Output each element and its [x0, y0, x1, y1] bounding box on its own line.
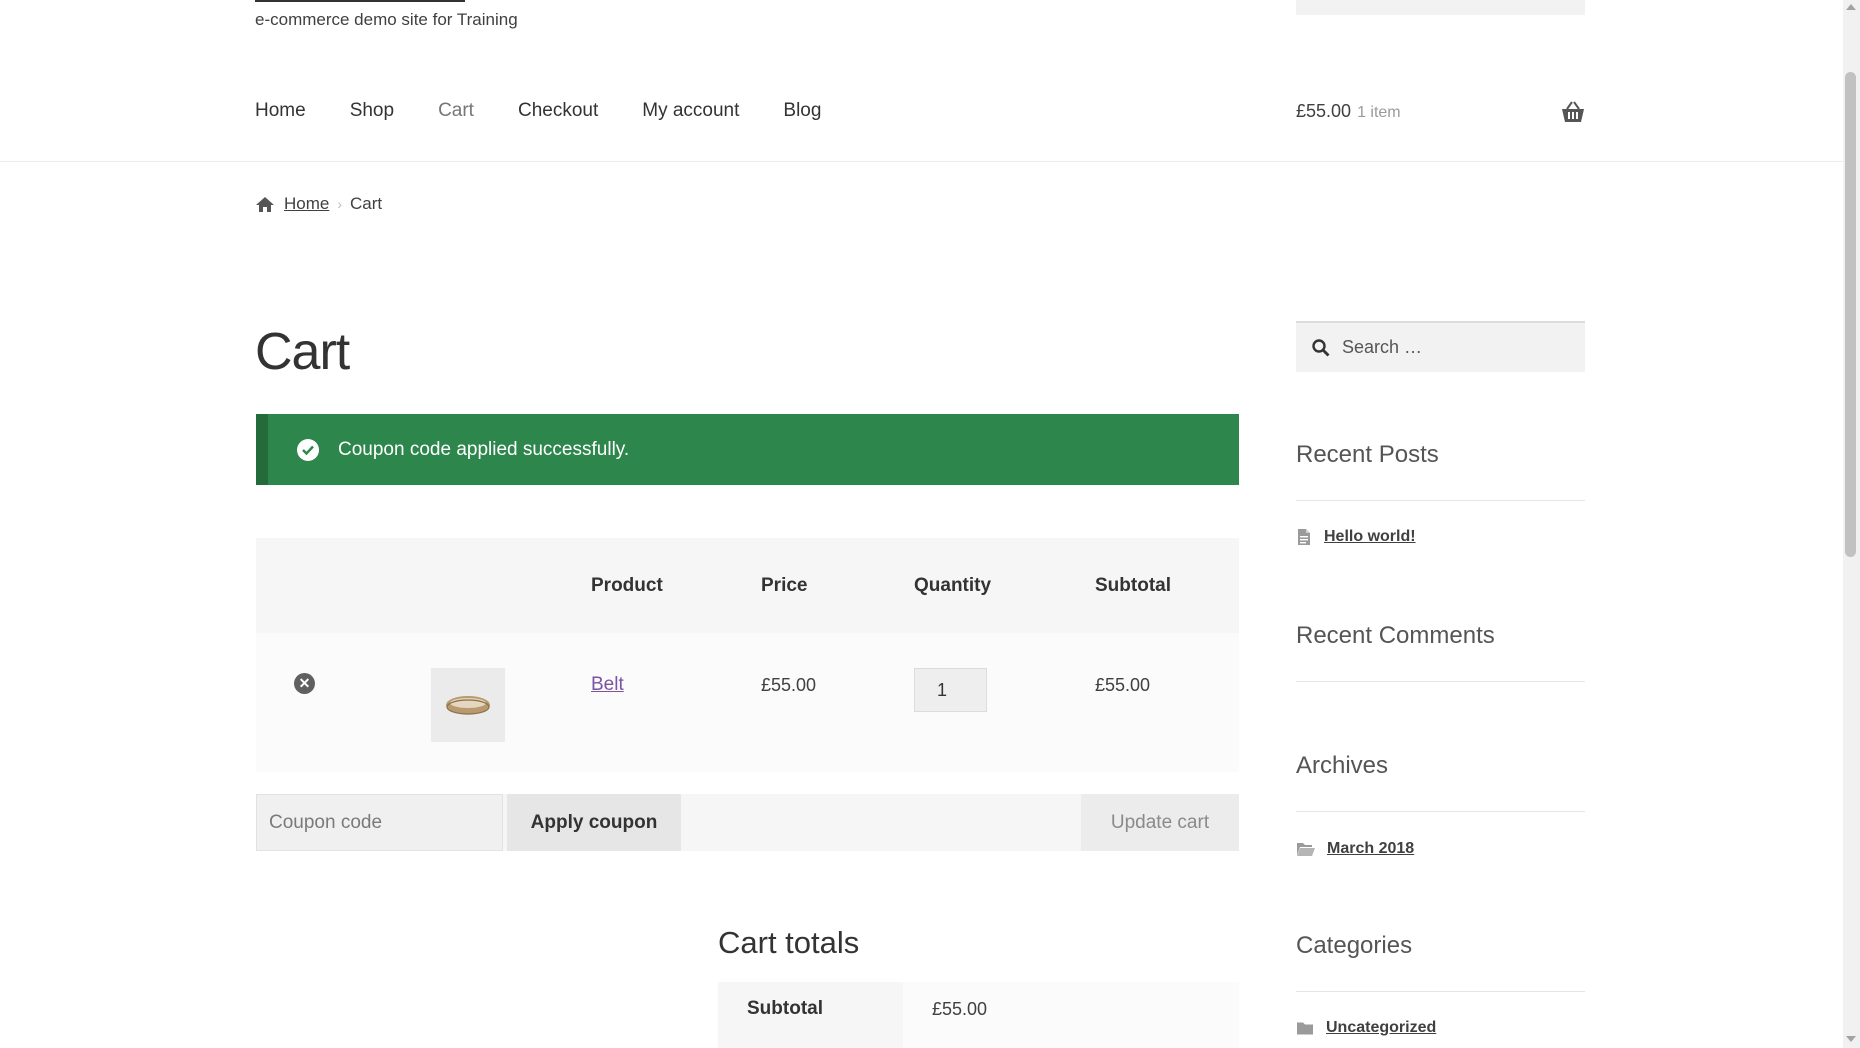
- archive-item: March 2018: [1296, 840, 1414, 858]
- update-cart-button[interactable]: Update cart: [1081, 794, 1239, 851]
- cart-table-header: Product Price Quantity Subtotal: [256, 538, 1239, 633]
- folder-icon: [1297, 1022, 1313, 1035]
- cart-totals-title: Cart totals: [718, 925, 860, 960]
- scroll-down-icon[interactable]: [1846, 1036, 1856, 1042]
- widget-divider: [1296, 811, 1585, 812]
- widget-divider: [1296, 681, 1585, 682]
- notice-message: Coupon code applied successfully.: [338, 438, 630, 460]
- apply-coupon-button[interactable]: Apply coupon: [507, 794, 681, 851]
- header-cart-count: 1 item: [1357, 104, 1401, 121]
- header-quantity: Quantity: [914, 575, 992, 596]
- header-divider: [0, 161, 1843, 162]
- site-logo[interactable]: [255, 0, 465, 2]
- search-icon: [1312, 338, 1330, 356]
- primary-nav: Home Shop Cart Checkout My account Blog: [255, 100, 865, 122]
- nav-shop[interactable]: Shop: [350, 100, 394, 122]
- archives-title: Archives: [1296, 752, 1389, 779]
- archive-link[interactable]: March 2018: [1327, 840, 1414, 858]
- nav-checkout[interactable]: Checkout: [518, 100, 598, 122]
- header-price: Price: [761, 575, 808, 596]
- recent-post-item: Hello world!: [1296, 528, 1416, 546]
- widget-divider: [1296, 500, 1585, 501]
- nav-blog[interactable]: Blog: [783, 100, 821, 122]
- header-cart-amount: £55.00: [1296, 101, 1352, 121]
- product-link[interactable]: Belt: [591, 674, 624, 696]
- search-placeholder: Search …: [1342, 337, 1423, 357]
- scrollbar-thumb[interactable]: [1845, 72, 1856, 557]
- category-link[interactable]: Uncategorized: [1326, 1019, 1436, 1037]
- categories-title: Categories: [1296, 932, 1413, 959]
- cart-item-row: [256, 633, 1239, 772]
- cart-table: Product Price Quantity Subtotal ✕ Belt £…: [256, 538, 1239, 772]
- cart-totals-table: Subtotal £55.00: [718, 982, 1239, 1048]
- item-subtotal: £55.00: [1095, 675, 1151, 695]
- quantity-input[interactable]: 1: [914, 668, 987, 712]
- check-circle-icon: [297, 438, 319, 461]
- recent-comments-title: Recent Comments: [1296, 622, 1495, 649]
- basket-icon[interactable]: [1561, 101, 1585, 123]
- cart-actions: Coupon code Apply coupon Update cart: [256, 794, 1239, 851]
- site-tagline: e-commerce demo site for Training: [255, 10, 518, 29]
- header-product: Product: [591, 575, 663, 596]
- scroll-up-icon[interactable]: [1846, 4, 1856, 10]
- nav-cart[interactable]: Cart: [438, 100, 474, 122]
- category-item: Uncategorized: [1296, 1019, 1436, 1037]
- belt-thumbnail[interactable]: [431, 668, 505, 742]
- breadcrumb: Home › Cart: [255, 194, 382, 214]
- recent-posts-title: Recent Posts: [1296, 441, 1439, 468]
- document-icon: [1298, 529, 1310, 545]
- recent-post-link[interactable]: Hello world!: [1324, 528, 1416, 546]
- totals-subtotal-label: Subtotal: [718, 982, 903, 1048]
- header-search-area: [1296, 0, 1585, 15]
- item-price: £55.00: [761, 675, 817, 695]
- totals-subtotal-value: £55.00: [903, 982, 1239, 1048]
- success-notice: Coupon code applied successfully.: [256, 414, 1239, 485]
- breadcrumb-home[interactable]: Home: [284, 194, 329, 214]
- nav-my-account[interactable]: My account: [642, 100, 739, 122]
- breadcrumb-separator-icon: ›: [337, 196, 343, 212]
- folder-open-icon: [1297, 843, 1315, 856]
- search-input[interactable]: Search …: [1296, 321, 1585, 372]
- remove-icon[interactable]: ✕: [294, 673, 315, 694]
- home-icon: [256, 196, 274, 212]
- header-cart-total[interactable]: £55.00 1 item: [1296, 101, 1401, 122]
- breadcrumb-current: Cart: [350, 194, 383, 213]
- header-subtotal: Subtotal: [1095, 575, 1171, 596]
- page-title: Cart: [255, 323, 350, 381]
- coupon-code-input[interactable]: Coupon code: [256, 794, 503, 851]
- widget-divider: [1296, 991, 1585, 992]
- nav-home[interactable]: Home: [255, 100, 306, 122]
